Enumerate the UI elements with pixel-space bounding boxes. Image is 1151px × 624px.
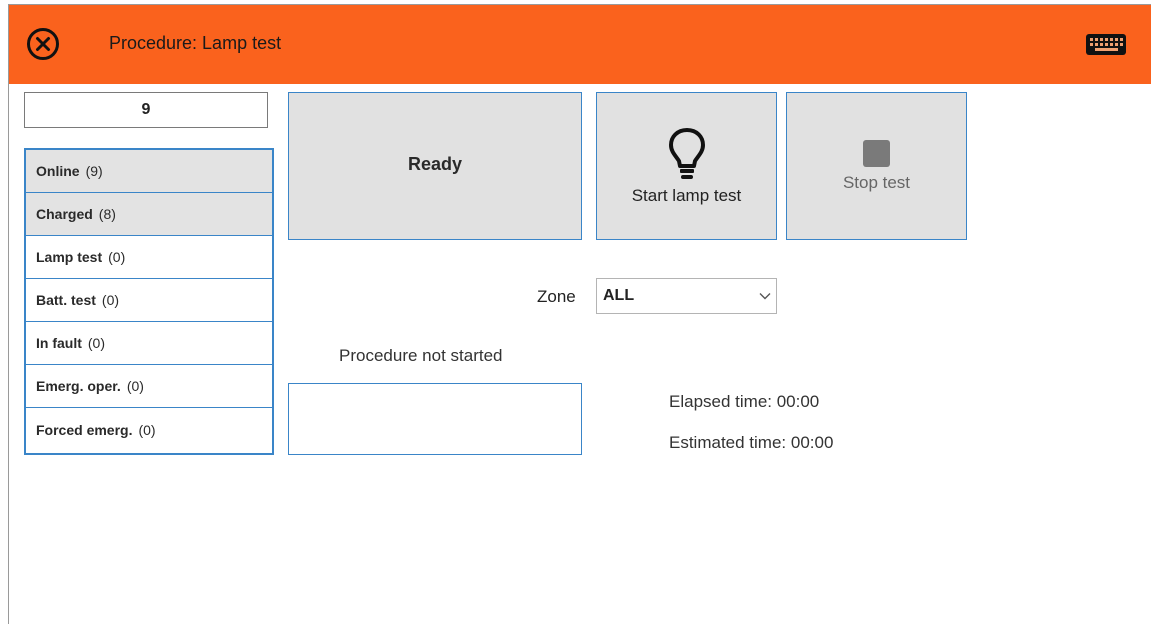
page-title: Procedure: Lamp test <box>109 33 282 53</box>
stop-test-label: Stop test <box>842 172 911 192</box>
status-item-count: (0) <box>138 421 156 438</box>
close-icon[interactable] <box>26 27 60 61</box>
status-item-emerg-oper[interactable]: Emerg. oper. (0) <box>26 365 272 408</box>
lightbulb-icon <box>668 128 705 179</box>
elapsed-time: Elapsed time: 00:00 <box>669 392 820 411</box>
status-item-label: In fault <box>36 335 82 351</box>
start-lamp-test-label: Start lamp test <box>631 186 742 205</box>
status-item-batt-test[interactable]: Batt. test (0) <box>26 279 272 322</box>
status-item-count: (9) <box>85 163 103 179</box>
status-item-label: Emerg. oper. <box>36 378 121 394</box>
stop-test-button[interactable]: Stop test <box>786 92 967 240</box>
status-item-count: (0) <box>126 378 144 394</box>
status-item-count: (8) <box>98 206 116 222</box>
status-item-label: Lamp test <box>36 249 103 265</box>
status-item-online[interactable]: Online (9) <box>26 150 272 193</box>
zone-selected-value: ALL <box>603 287 635 304</box>
estimated-time: Estimated time: 00:00 <box>669 433 834 452</box>
zone-select[interactable]: ALL <box>596 278 777 314</box>
status-item-count: (0) <box>101 292 120 308</box>
status-item-count: (0) <box>87 335 106 351</box>
status-item-label: Charged <box>36 206 93 222</box>
status-item-charged[interactable]: Charged (8) <box>26 193 272 236</box>
status-item-lamp-test[interactable]: Lamp test (0) <box>26 236 272 279</box>
device-counter: 9 <box>24 92 268 128</box>
status-item-label: Online <box>36 163 80 179</box>
procedure-progress-box <box>288 383 582 455</box>
title-bar: Procedure: Lamp test <box>9 5 1151 84</box>
start-lamp-test-button[interactable]: Start lamp test <box>596 92 777 240</box>
status-item-label: Batt. test <box>36 292 96 308</box>
stop-square-icon <box>863 139 890 167</box>
status-item-in-fault[interactable]: In fault (0) <box>26 322 272 365</box>
zone-label: Zone <box>537 287 576 306</box>
status-item-count: (0) <box>108 249 126 265</box>
procedure-window: Procedure: Lamp test 9 Online (9) Charge… <box>8 4 1151 624</box>
ready-label: Ready <box>407 153 463 174</box>
keyboard-icon[interactable] <box>1084 31 1132 59</box>
ready-button[interactable]: Ready <box>288 92 582 240</box>
status-filter-list: Online (9) Charged (8) Lamp test (0) Bat… <box>24 148 274 455</box>
chevron-down-icon <box>754 278 776 314</box>
status-item-forced-emerg[interactable]: Forced emerg. (0) <box>26 408 272 451</box>
procedure-status: Procedure not started <box>339 346 503 365</box>
status-item-label: Forced emerg. <box>36 421 133 438</box>
